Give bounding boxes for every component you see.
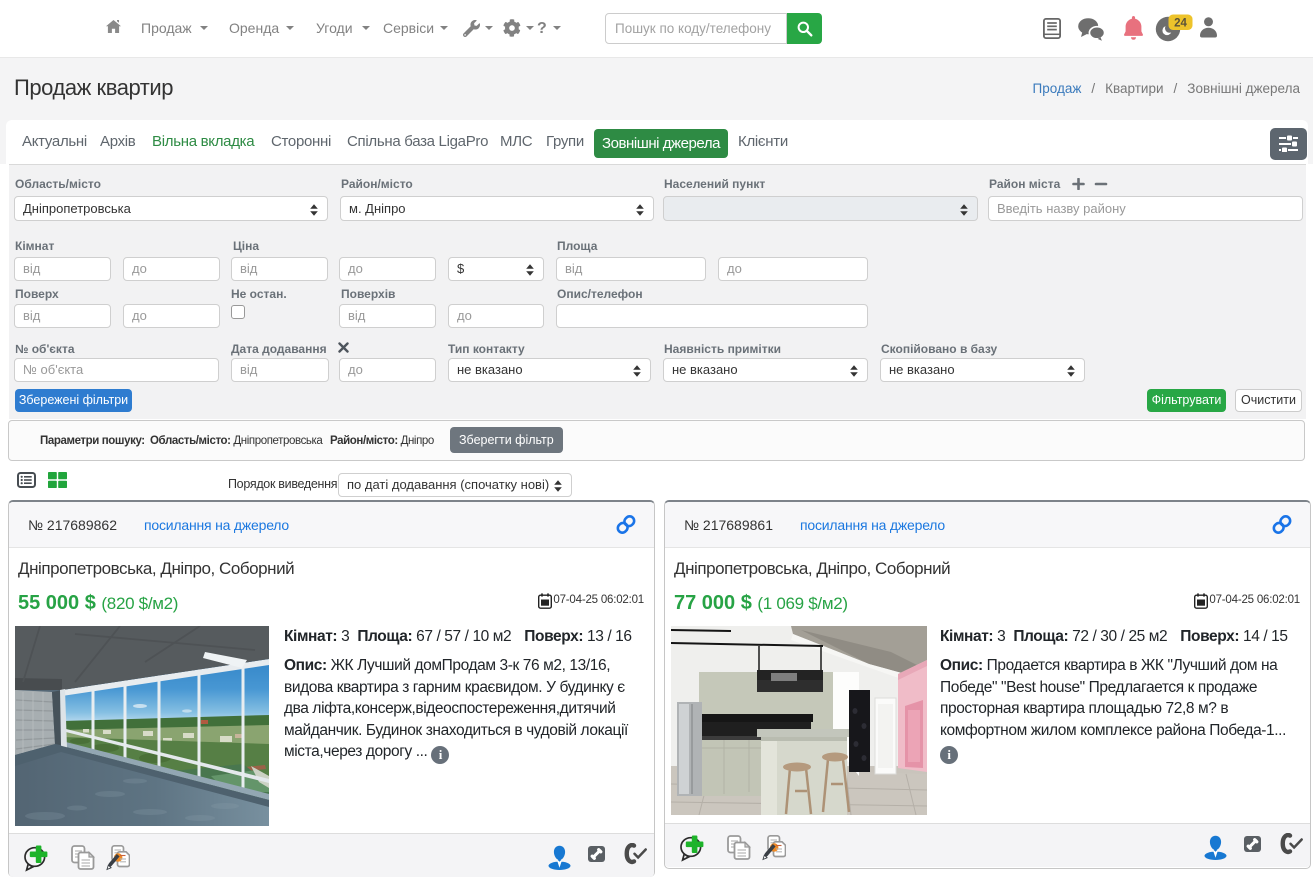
svg-text:24: 24 (1174, 17, 1187, 29)
